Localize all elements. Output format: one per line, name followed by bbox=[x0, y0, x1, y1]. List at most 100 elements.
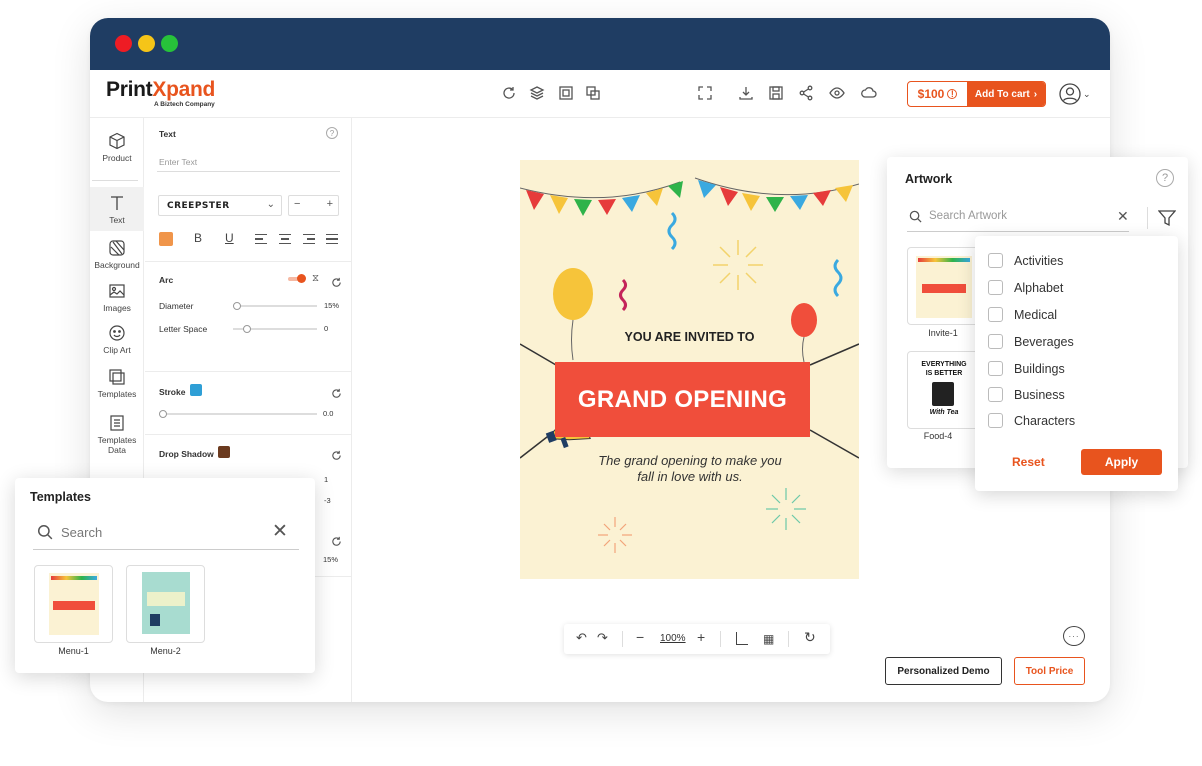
grand-opening-banner[interactable]: GRAND OPENING bbox=[555, 362, 810, 437]
diameter-knob[interactable] bbox=[233, 302, 241, 310]
artwork-search[interactable]: Search Artwork ✕ bbox=[907, 205, 1129, 232]
arc-toggle[interactable] bbox=[288, 274, 306, 283]
checkbox[interactable] bbox=[988, 361, 1003, 376]
justify-icon[interactable] bbox=[326, 234, 338, 244]
align-center-icon[interactable] bbox=[279, 234, 291, 244]
templates-search[interactable]: Search ✕ bbox=[33, 516, 299, 550]
filter-option[interactable]: Characters bbox=[988, 413, 1075, 428]
tagline-text[interactable]: The grand opening to make you fall in lov… bbox=[560, 453, 820, 485]
artwork-thumb-food[interactable]: EVERYTHING IS BETTER With Tea bbox=[907, 351, 979, 429]
template-thumb-menu-2[interactable] bbox=[126, 565, 205, 643]
rotate-icon[interactable]: ↻ bbox=[804, 629, 816, 646]
stroke-slider[interactable] bbox=[159, 410, 317, 418]
nav-images[interactable]: Images bbox=[90, 282, 144, 313]
zoom-level[interactable]: 100% bbox=[660, 633, 686, 644]
stroke-label: Stroke bbox=[159, 387, 186, 397]
user-menu[interactable]: ⌄ bbox=[1059, 82, 1093, 106]
letter-space-slider[interactable] bbox=[233, 325, 317, 333]
add-to-cart-button[interactable]: Add To cart › bbox=[967, 82, 1045, 106]
filter-option[interactable]: Alphabet bbox=[988, 280, 1063, 295]
shadow-value-2: -3 bbox=[324, 496, 331, 505]
layers-icon[interactable] bbox=[528, 84, 546, 102]
clear-icon[interactable]: ✕ bbox=[1117, 208, 1129, 225]
invitation-card[interactable]: YOU ARE INVITED TO GRAND OPENING The gra… bbox=[520, 160, 859, 579]
reset-button[interactable]: Reset bbox=[1012, 455, 1045, 469]
nav-text[interactable]: Text bbox=[90, 187, 144, 231]
zoom-out-button[interactable]: − bbox=[636, 629, 644, 645]
filter-option[interactable]: Activities bbox=[988, 253, 1063, 268]
align-icon[interactable] bbox=[557, 84, 575, 102]
flip-icon[interactable]: ⧖ bbox=[312, 273, 319, 284]
share-icon[interactable] bbox=[797, 84, 815, 102]
tool-price-button[interactable]: Tool Price bbox=[1014, 657, 1085, 685]
invite-heading[interactable]: YOU ARE INVITED TO bbox=[520, 330, 859, 344]
reset-arc-icon[interactable] bbox=[331, 275, 342, 287]
save-icon[interactable] bbox=[767, 84, 785, 102]
font-size-stepper[interactable]: − + bbox=[288, 195, 339, 216]
text-input-placeholder[interactable]: Enter Text bbox=[159, 157, 197, 167]
templates-data-icon bbox=[110, 415, 124, 431]
stroke-color-swatch[interactable] bbox=[190, 384, 202, 396]
nav-templates-data[interactable]: Templates Data bbox=[90, 414, 144, 455]
underline-icon[interactable]: U bbox=[225, 231, 234, 245]
reset-shadow-blur-icon[interactable] bbox=[331, 534, 342, 546]
image-icon bbox=[109, 284, 125, 298]
refresh-icon[interactable] bbox=[500, 84, 518, 102]
chevron-right-icon: › bbox=[1033, 88, 1038, 100]
artwork-thumb-invite[interactable] bbox=[907, 247, 979, 325]
maximize-dot[interactable] bbox=[161, 35, 178, 52]
chat-icon[interactable]: ··· bbox=[1063, 626, 1085, 646]
help-icon[interactable]: ? bbox=[1156, 169, 1174, 187]
nav-clip-art[interactable]: Clip Art bbox=[90, 324, 144, 355]
checkbox[interactable] bbox=[988, 253, 1003, 268]
increase-button[interactable]: + bbox=[327, 198, 333, 210]
bold-icon[interactable]: B bbox=[194, 231, 202, 245]
minimize-dot[interactable] bbox=[138, 35, 155, 52]
filter-option[interactable]: Beverages bbox=[988, 334, 1074, 349]
reset-shadow-icon[interactable] bbox=[331, 448, 342, 460]
templates-panel: Templates Search ✕ Menu-1 Menu-2 bbox=[15, 478, 315, 673]
preview-icon[interactable] bbox=[828, 84, 846, 102]
download-icon[interactable] bbox=[737, 84, 755, 102]
template-thumb-menu-1[interactable] bbox=[34, 565, 113, 643]
help-icon[interactable]: ? bbox=[326, 127, 338, 139]
filter-option[interactable]: Buildings bbox=[988, 361, 1065, 376]
fullscreen-icon[interactable] bbox=[696, 84, 714, 102]
align-left-icon[interactable] bbox=[255, 234, 267, 244]
cloud-icon[interactable] bbox=[860, 84, 878, 102]
nav-product[interactable]: Product bbox=[90, 132, 144, 163]
filter-icon[interactable] bbox=[1158, 209, 1176, 227]
decrease-button[interactable]: − bbox=[294, 198, 300, 210]
undo-icon[interactable]: ↶ bbox=[576, 630, 587, 646]
align-right-icon[interactable] bbox=[303, 234, 315, 244]
nav-background[interactable]: Background bbox=[90, 239, 144, 270]
clear-icon[interactable]: ✕ bbox=[272, 520, 288, 543]
apply-button[interactable]: Apply bbox=[1081, 449, 1162, 475]
filter-option[interactable]: Business bbox=[988, 387, 1065, 402]
ruler-icon[interactable] bbox=[736, 632, 748, 645]
reset-stroke-icon[interactable] bbox=[331, 386, 342, 398]
zoom-in-button[interactable]: + bbox=[697, 629, 705, 645]
filter-option[interactable]: Medical bbox=[988, 307, 1057, 322]
personalized-demo-button[interactable]: Personalized Demo bbox=[885, 657, 1002, 685]
close-dot[interactable] bbox=[115, 35, 132, 52]
grid-icon[interactable]: ▦ bbox=[763, 632, 774, 646]
smiley-icon bbox=[109, 325, 125, 341]
diameter-slider[interactable] bbox=[233, 302, 317, 310]
redo-icon[interactable]: ↷ bbox=[597, 630, 608, 646]
checkbox[interactable] bbox=[988, 413, 1003, 428]
stroke-knob[interactable] bbox=[159, 410, 167, 418]
checkbox[interactable] bbox=[988, 387, 1003, 402]
checkbox[interactable] bbox=[988, 307, 1003, 322]
checkbox[interactable] bbox=[988, 334, 1003, 349]
logo[interactable]: PrintXpand bbox=[106, 78, 215, 102]
checkbox[interactable] bbox=[988, 280, 1003, 295]
drop-shadow-label: Drop Shadow bbox=[159, 449, 214, 459]
font-select[interactable]: CREEPSTER ⌄ bbox=[158, 195, 282, 216]
letter-space-knob[interactable] bbox=[243, 325, 251, 333]
shadow-color-swatch[interactable] bbox=[218, 446, 230, 458]
text-color-swatch[interactable] bbox=[159, 232, 173, 246]
duplicate-icon[interactable] bbox=[584, 84, 602, 102]
diameter-value: 15% bbox=[324, 301, 340, 310]
nav-templates[interactable]: Templates bbox=[90, 368, 144, 399]
